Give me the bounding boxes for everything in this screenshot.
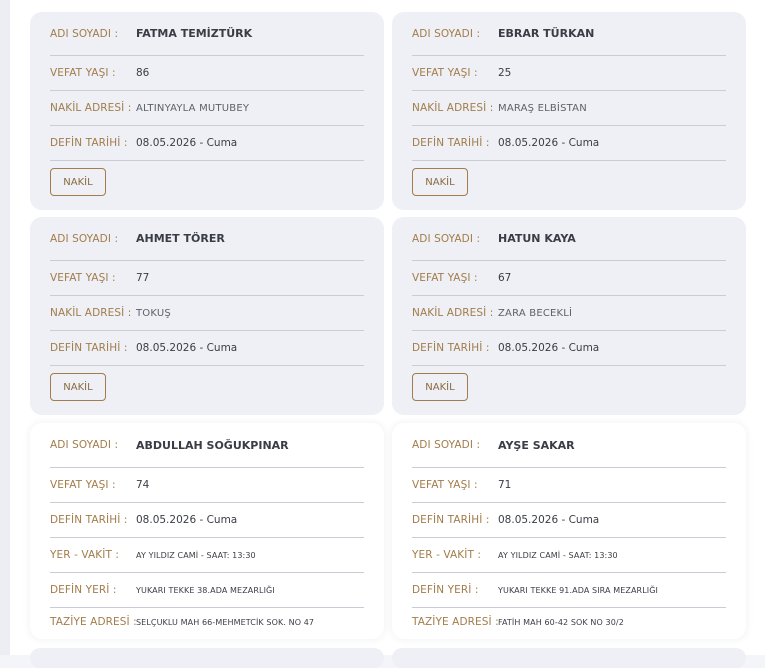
name-row: ADI SOYADI : EBRAR TÜRKAN <box>412 12 726 56</box>
left-rail <box>0 0 10 655</box>
transfer-address-value: ZARA BECEKLİ <box>498 307 573 319</box>
age-value: 67 <box>498 272 512 284</box>
burial-place-value: YUKARI TEKKE 38.ADA MEZARLIĞI <box>136 585 275 595</box>
condolence-address-value: SELÇUKLU MAH 66-MEHMETCİK SOK. NO 47 <box>136 617 315 627</box>
age-row: VEFAT YAŞI : 77 <box>50 261 364 296</box>
burial-date-row: DEFİN TARİHİ : 08.05.2026 - Cuma <box>50 126 364 161</box>
burial-place-label: DEFİN YERİ : <box>412 584 479 596</box>
age-label: VEFAT YAŞI : <box>50 479 116 491</box>
burial-date-row: DEFİN TARİHİ : 08.05.2026 - Cuma <box>412 503 726 538</box>
age-value: 74 <box>136 479 150 491</box>
condolence-address-label: TAZİYE ADRESİ : <box>412 616 499 628</box>
transfer-address-label: NAKİL ADRESİ : <box>412 307 494 319</box>
burial-date-label: DEFİN TARİHİ : <box>50 137 128 149</box>
funeral-card: ADI SOYADI : ABDULLAH SOĞUKPINAR VEFAT Y… <box>30 423 384 639</box>
condolence-address-row: TAZİYE ADRESİ : FATİH MAH 60-42 SOK NO 3… <box>412 608 726 636</box>
burial-place-value: YUKARI TEKKE 91.ADA SIRA MEZARLIĞI <box>498 585 658 595</box>
next-card-partial <box>392 648 746 668</box>
burial-date-row: DEFİN TARİHİ : 08.05.2026 - Cuma <box>50 331 364 366</box>
name-row: ADI SOYADI : AYŞE SAKAR <box>412 423 726 468</box>
burial-date-value: 08.05.2026 - Cuma <box>498 514 600 526</box>
burial-date-label: DEFİN TARİHİ : <box>412 514 490 526</box>
transfer-address-row: NAKİL ADRESİ : TOKUŞ <box>50 296 364 331</box>
deceased-name: AYŞE SAKAR <box>498 438 575 452</box>
name-label: ADI SOYADI : <box>412 232 481 245</box>
place-time-value: AY YILDIZ CAMİ - SAAT: 13:30 <box>498 550 618 560</box>
deceased-name: ABDULLAH SOĞUKPINAR <box>136 438 289 452</box>
name-label: ADI SOYADI : <box>50 27 119 40</box>
transfer-address-value: MARAŞ ELBİSTAN <box>498 102 587 114</box>
age-label: VEFAT YAŞI : <box>412 67 478 79</box>
age-row: VEFAT YAŞI : 71 <box>412 468 726 503</box>
next-card-partial <box>30 648 384 668</box>
burial-place-row: DEFİN YERİ : YUKARI TEKKE 38.ADA MEZARLI… <box>50 573 364 608</box>
name-row: ADI SOYADI : AHMET TÖRER <box>50 217 364 261</box>
name-label: ADI SOYADI : <box>412 27 481 40</box>
burial-place-label: DEFİN YERİ : <box>50 584 117 596</box>
age-value: 25 <box>498 67 512 79</box>
condolence-address-row: TAZİYE ADRESİ : SELÇUKLU MAH 66-MEHMETCİ… <box>50 608 364 636</box>
nakil-button[interactable]: NAKİL <box>50 373 106 401</box>
transfer-card: ADI SOYADI : HATUN KAYA VEFAT YAŞI : 67 … <box>392 217 746 415</box>
name-row: ADI SOYADI : ABDULLAH SOĞUKPINAR <box>50 423 364 468</box>
age-row: VEFAT YAŞI : 86 <box>50 56 364 91</box>
age-row: VEFAT YAŞI : 67 <box>412 261 726 296</box>
burial-date-label: DEFİN TARİHİ : <box>412 342 490 354</box>
age-label: VEFAT YAŞI : <box>412 479 478 491</box>
nakil-button[interactable]: NAKİL <box>50 168 106 196</box>
transfer-address-row: NAKİL ADRESİ : MARAŞ ELBİSTAN <box>412 91 726 126</box>
place-time-label: YER - VAKİT : <box>50 549 120 561</box>
burial-date-value: 08.05.2026 - Cuma <box>136 514 238 526</box>
name-row: ADI SOYADI : FATMA TEMİZTÜRK <box>50 12 364 56</box>
name-row: ADI SOYADI : HATUN KAYA <box>412 217 726 261</box>
deceased-name: HATUN KAYA <box>498 232 576 245</box>
deceased-name: EBRAR TÜRKAN <box>498 27 595 40</box>
age-value: 71 <box>498 479 512 491</box>
nakil-button[interactable]: NAKİL <box>412 373 468 401</box>
age-label: VEFAT YAŞI : <box>50 272 116 284</box>
deceased-name: FATMA TEMİZTÜRK <box>136 27 253 40</box>
funeral-card: ADI SOYADI : AYŞE SAKAR VEFAT YAŞI : 71 … <box>392 423 746 639</box>
age-row: VEFAT YAŞI : 25 <box>412 56 726 91</box>
burial-date-row: DEFİN TARİHİ : 08.05.2026 - Cuma <box>412 331 726 366</box>
burial-date-row: DEFİN TARİHİ : 08.05.2026 - Cuma <box>412 126 726 161</box>
age-label: VEFAT YAŞI : <box>50 67 116 79</box>
place-time-value: AY YILDIZ CAMİ - SAAT: 13:30 <box>136 550 256 560</box>
age-row: VEFAT YAŞI : 74 <box>50 468 364 503</box>
burial-date-value: 08.05.2026 - Cuma <box>136 342 238 354</box>
transfer-address-label: NAKİL ADRESİ : <box>412 102 494 114</box>
age-value: 86 <box>136 67 150 79</box>
burial-date-label: DEFİN TARİHİ : <box>50 514 128 526</box>
burial-date-row: DEFİN TARİHİ : 08.05.2026 - Cuma <box>50 503 364 538</box>
condolence-address-label: TAZİYE ADRESİ : <box>50 616 137 628</box>
name-label: ADI SOYADI : <box>50 232 119 245</box>
burial-date-value: 08.05.2026 - Cuma <box>136 137 238 149</box>
transfer-address-label: NAKİL ADRESİ : <box>50 102 132 114</box>
transfer-address-value: ALTINYAYLA MUTUBEY <box>136 102 250 114</box>
death-notice-list: ADI SOYADI : FATMA TEMİZTÜRK VEFAT YAŞI … <box>10 0 765 668</box>
burial-date-label: DEFİN TARİHİ : <box>50 342 128 354</box>
deceased-name: AHMET TÖRER <box>136 232 225 245</box>
transfer-card: ADI SOYADI : FATMA TEMİZTÜRK VEFAT YAŞI … <box>30 12 384 210</box>
transfer-address-row: NAKİL ADRESİ : ALTINYAYLA MUTUBEY <box>50 91 364 126</box>
place-time-row: YER - VAKİT : AY YILDIZ CAMİ - SAAT: 13:… <box>50 538 364 573</box>
burial-date-label: DEFİN TARİHİ : <box>412 137 490 149</box>
nakil-button[interactable]: NAKİL <box>412 168 468 196</box>
transfer-address-row: NAKİL ADRESİ : ZARA BECEKLİ <box>412 296 726 331</box>
condolence-address-value: FATİH MAH 60-42 SOK NO 30/2 <box>498 617 624 627</box>
burial-date-value: 08.05.2026 - Cuma <box>498 137 600 149</box>
transfer-address-value: TOKUŞ <box>136 307 171 319</box>
transfer-card: ADI SOYADI : EBRAR TÜRKAN VEFAT YAŞI : 2… <box>392 12 746 210</box>
transfer-card: ADI SOYADI : AHMET TÖRER VEFAT YAŞI : 77… <box>30 217 384 415</box>
name-label: ADI SOYADI : <box>50 439 119 451</box>
place-time-label: YER - VAKİT : <box>412 549 482 561</box>
age-label: VEFAT YAŞI : <box>412 272 478 284</box>
burial-date-value: 08.05.2026 - Cuma <box>498 342 600 354</box>
name-label: ADI SOYADI : <box>412 439 481 451</box>
place-time-row: YER - VAKİT : AY YILDIZ CAMİ - SAAT: 13:… <box>412 538 726 573</box>
transfer-address-label: NAKİL ADRESİ : <box>50 307 132 319</box>
burial-place-row: DEFİN YERİ : YUKARI TEKKE 91.ADA SIRA ME… <box>412 573 726 608</box>
age-value: 77 <box>136 272 150 284</box>
